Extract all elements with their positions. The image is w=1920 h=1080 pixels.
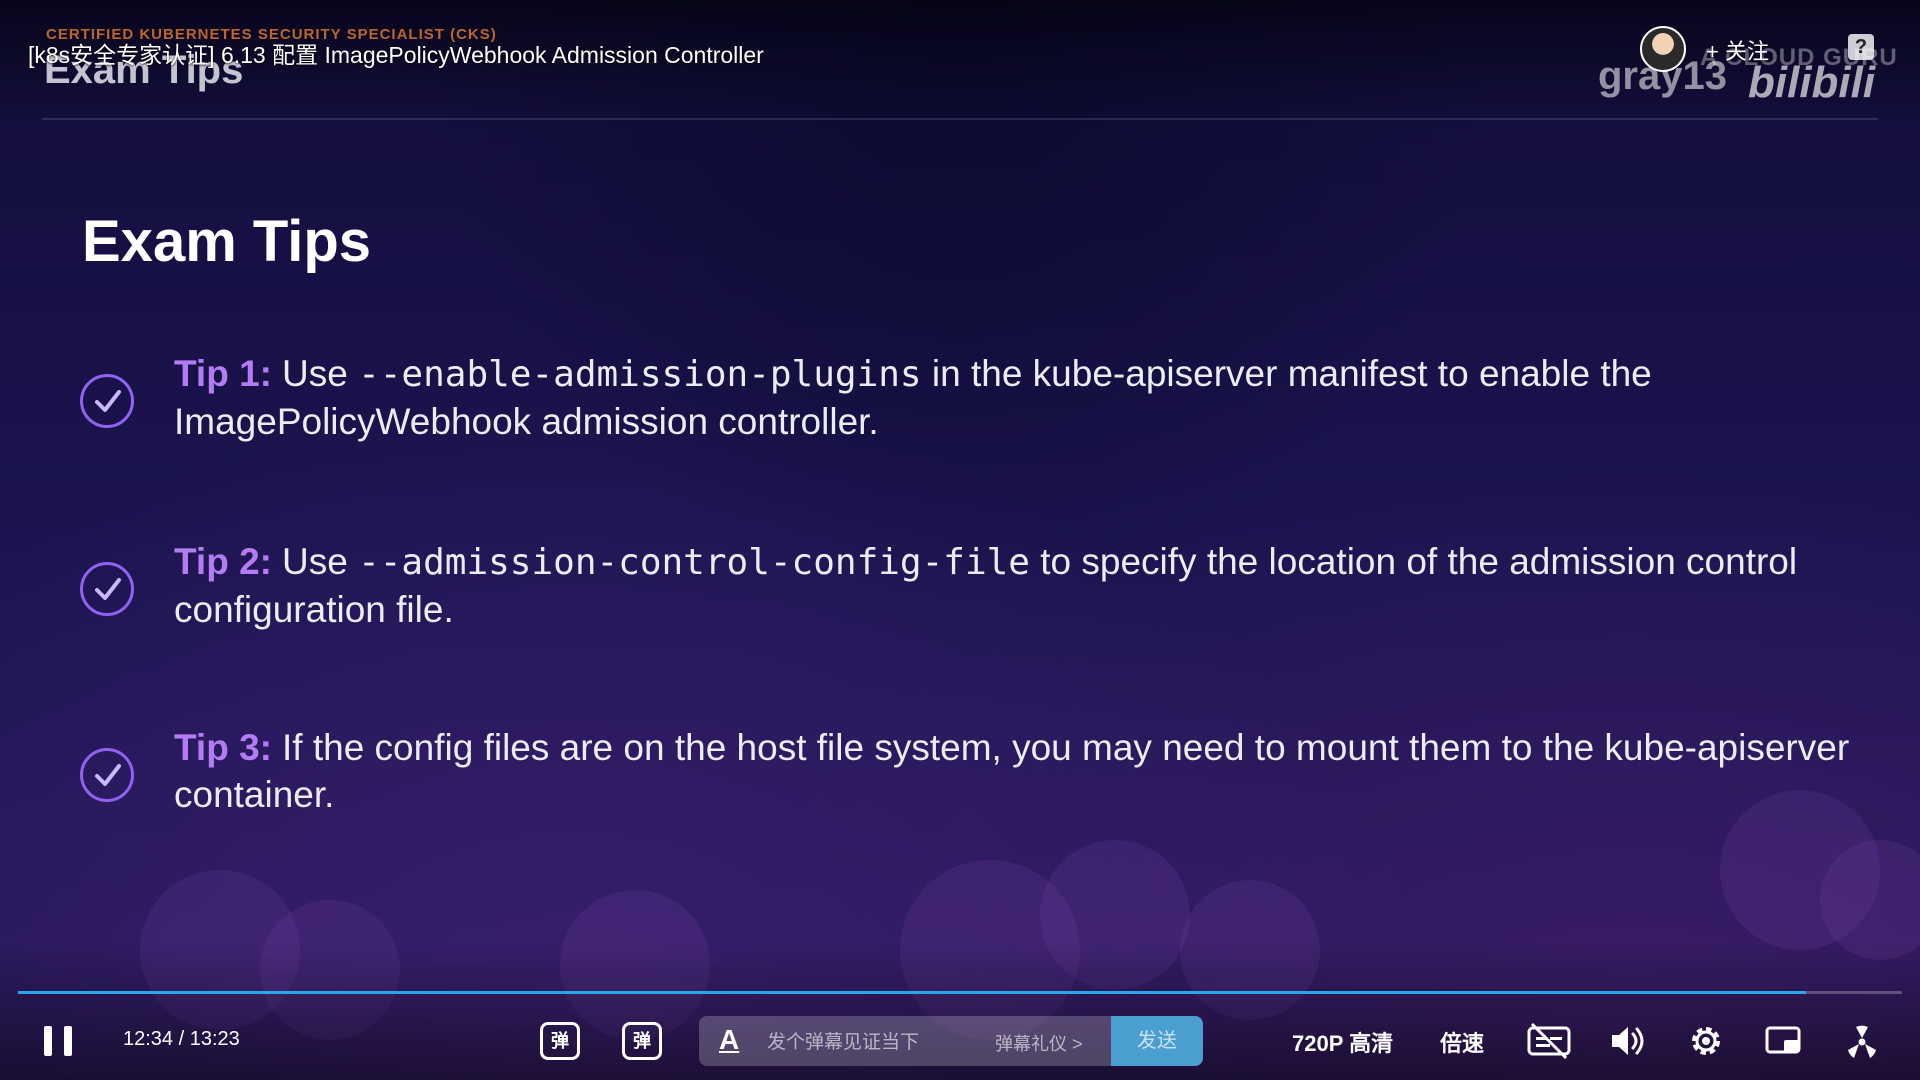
pause-icon[interactable] — [44, 1026, 72, 1056]
header-divider — [42, 118, 1878, 120]
checkmark-icon — [80, 748, 134, 802]
tip-code: --admission-control-config-file — [358, 542, 1030, 583]
question-icon[interactable]: ? — [1848, 34, 1874, 60]
danmaku-etiquette-link[interactable]: 弹幕礼仪 > — [995, 1030, 1083, 1056]
progress-bar[interactable] — [18, 991, 1902, 994]
danmaku-bar: A 弹幕礼仪 > 发送 — [699, 1016, 1203, 1066]
slide-title: Exam Tips — [82, 209, 372, 274]
current-time: 12:34 — [123, 1028, 174, 1050]
tip-text: Tip 1: Use --enable-admission-plugins in … — [174, 350, 1854, 445]
subtitle-off-icon[interactable] — [1526, 1022, 1571, 1060]
send-button[interactable]: 发送 — [1111, 1016, 1203, 1066]
video-frame[interactable]: CERTIFIED KUBERNETES SECURITY SPECIALIST… — [0, 0, 1920, 1080]
settings-icon[interactable] — [1686, 1022, 1730, 1060]
time-display: 12:34 / 13:23 — [123, 1028, 240, 1051]
quality-button[interactable]: 720P 高清 — [1292, 1026, 1393, 1058]
danmaku-settings-icon[interactable]: 弹 — [622, 1022, 662, 1060]
tip-label: Tip 2: — [174, 541, 272, 582]
danmaku-font-icon[interactable]: A — [719, 1024, 739, 1056]
tip-text-pre: If the config files are on the host file… — [174, 727, 1850, 815]
total-time: 13:23 — [189, 1028, 240, 1050]
pip-icon[interactable] — [1764, 1022, 1808, 1060]
speed-button[interactable]: 倍速 — [1440, 1026, 1484, 1058]
volume-icon[interactable] — [1608, 1022, 1652, 1060]
checkmark-icon — [80, 562, 134, 616]
checkmark-icon — [80, 374, 134, 428]
video-title: [k8s安全专家认证] 6.13 配置 ImagePolicyWebhook A… — [28, 42, 764, 68]
tip-code: --enable-admission-plugins — [358, 354, 922, 395]
time-separator: / — [178, 1028, 185, 1050]
follow-button[interactable]: + 关注 — [1706, 34, 1769, 66]
avatar[interactable] — [1640, 26, 1686, 72]
tip-label: Tip 1: — [174, 353, 272, 394]
tip-text: Tip 3: If the config files are on the hos… — [174, 724, 1854, 818]
danmaku-toggle-icon[interactable]: 弹 — [540, 1022, 580, 1060]
fullscreen-icon[interactable] — [1842, 1022, 1886, 1060]
progress-fill — [18, 991, 1806, 994]
tip-text-pre: Use — [282, 353, 359, 394]
tip-text-pre: Use — [282, 541, 359, 582]
tip-text: Tip 2: Use --admission-control-config-fil… — [174, 538, 1854, 633]
tip-label: Tip 3: — [174, 727, 272, 768]
danmaku-input[interactable] — [765, 1026, 979, 1058]
